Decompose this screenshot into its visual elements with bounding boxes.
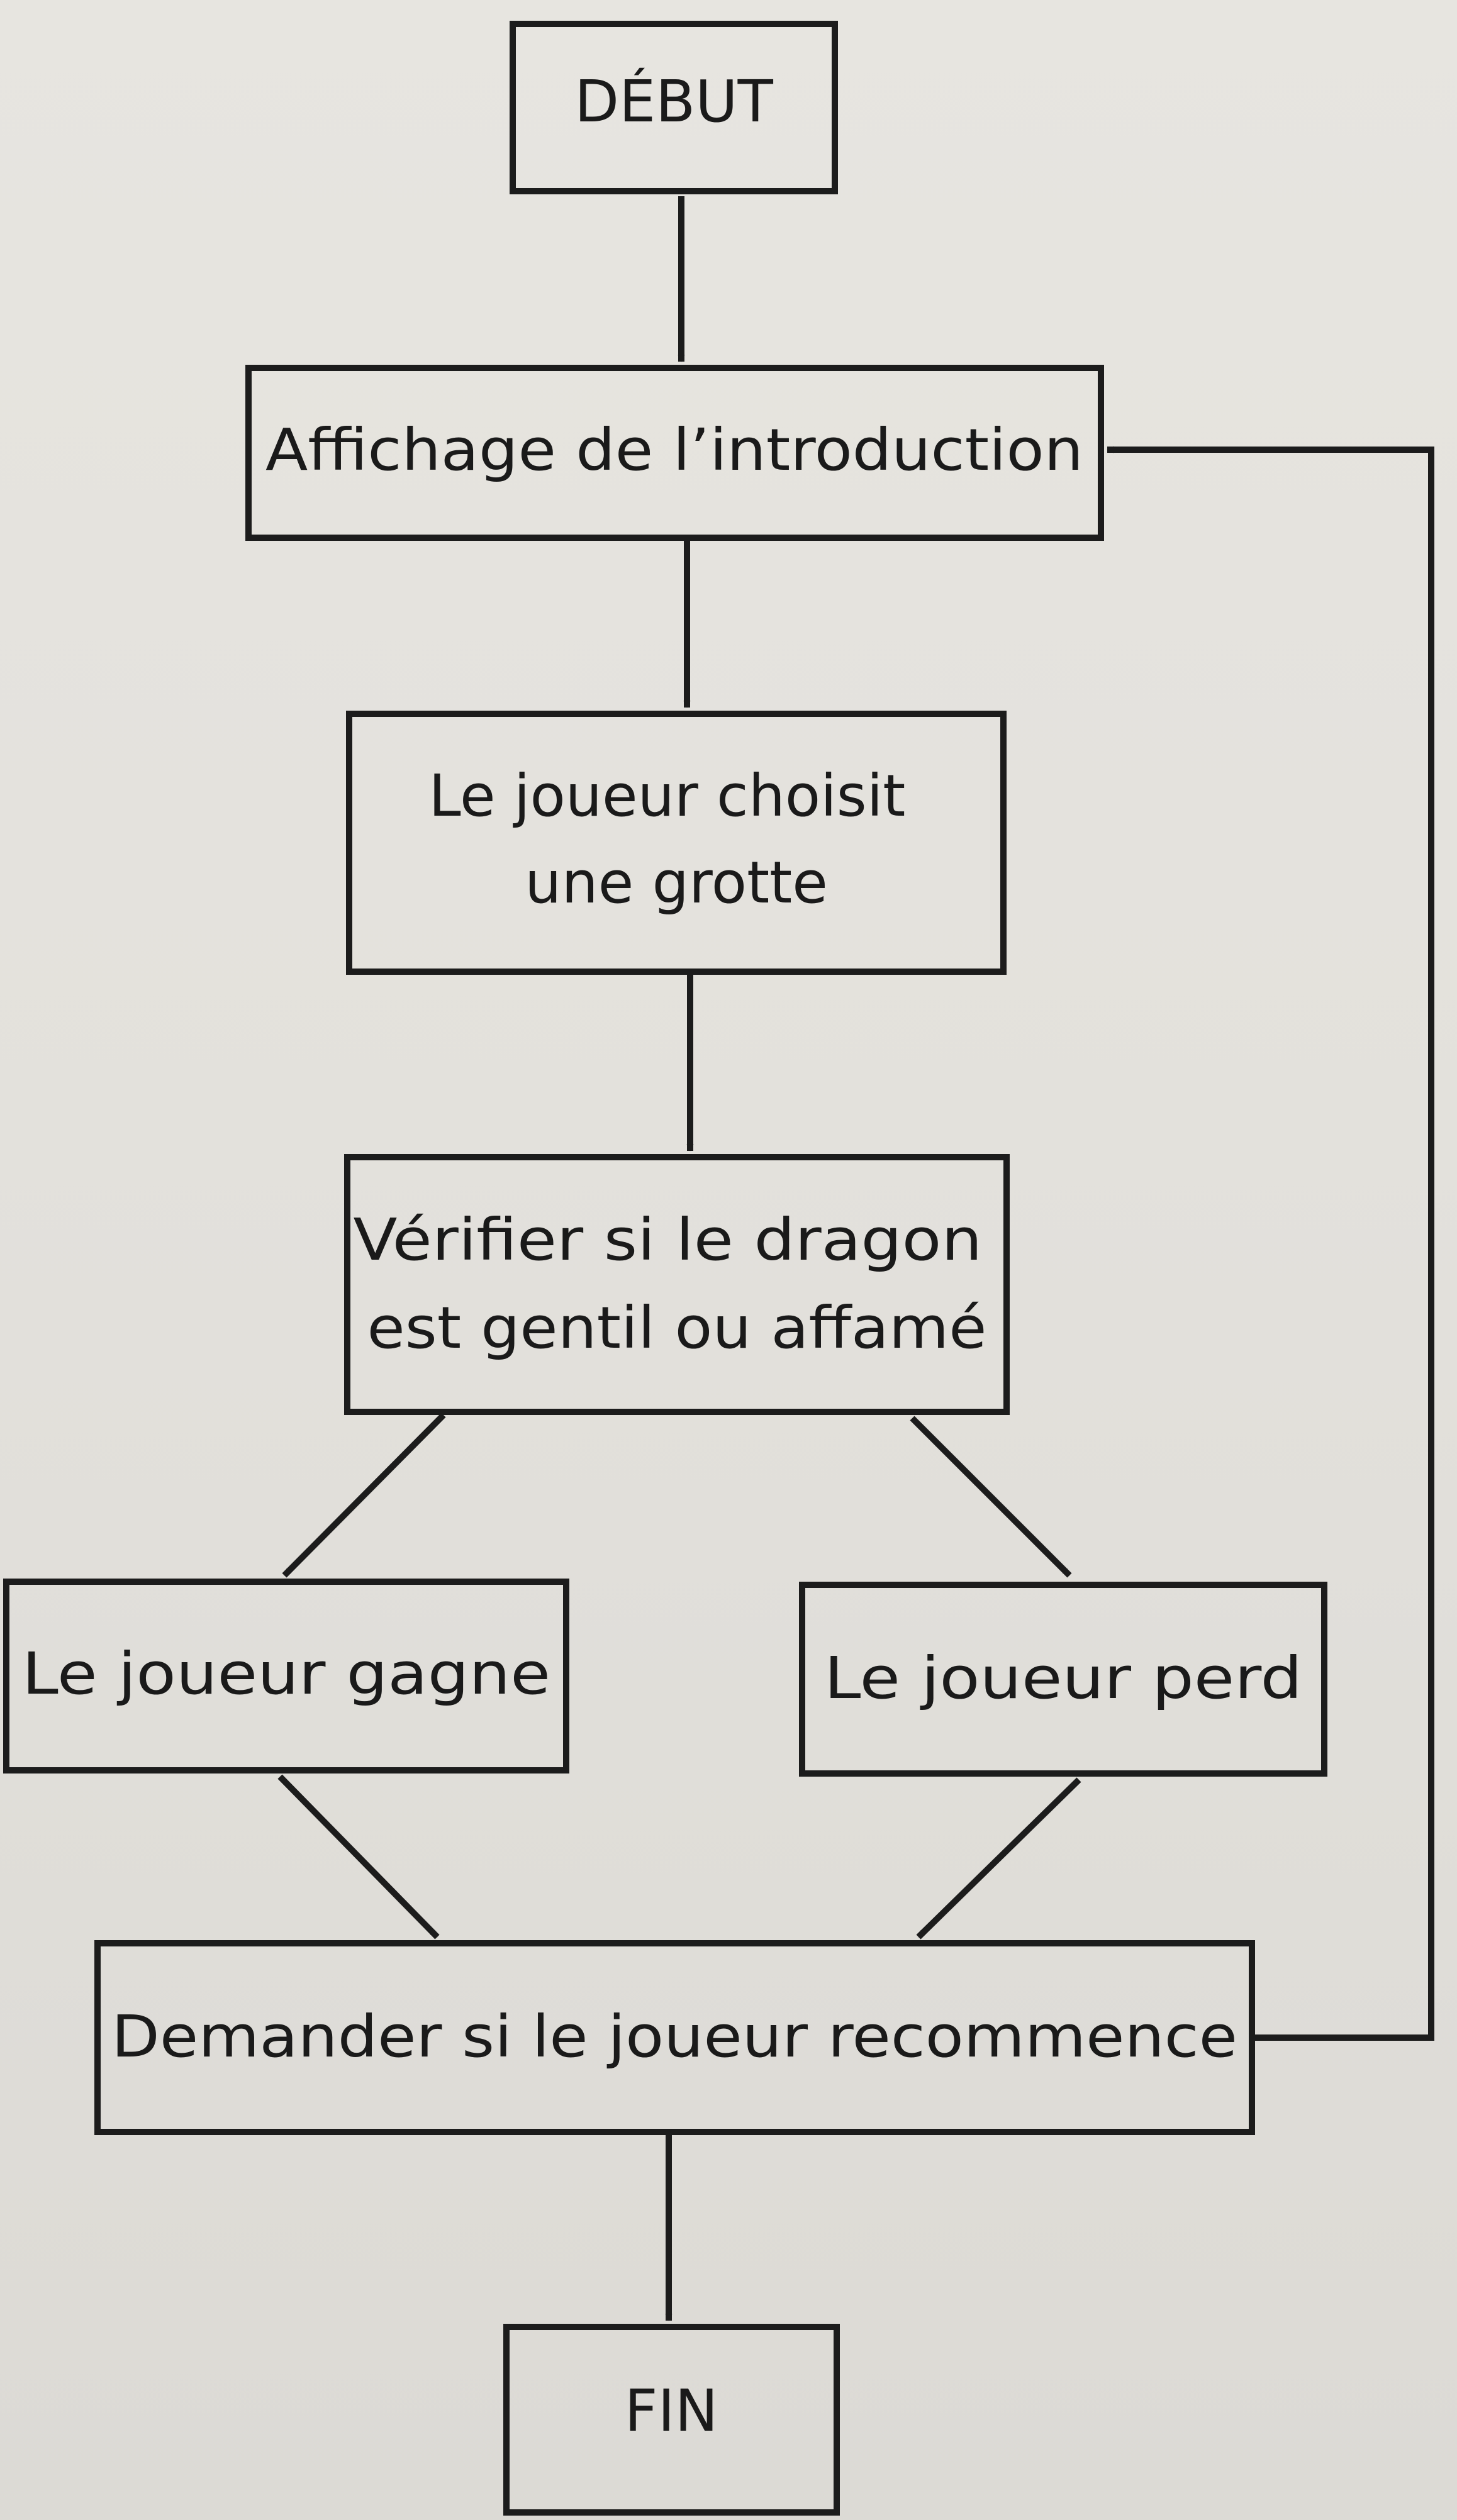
edge-lose-to-replay <box>916 1777 1081 1940</box>
flowchart-page: DÉBUT Affichage de l’introduction Le jou… <box>0 0 1457 2520</box>
node-win: Le joueur gagne <box>3 1579 569 1773</box>
flowchart-diagram: DÉBUT Affichage de l’introduction Le jou… <box>3 21 1434 2516</box>
node-win-label: Le joueur gagne <box>22 1640 550 1707</box>
node-start: DÉBUT <box>510 21 838 194</box>
node-intro-label: Affichage de l’introduction <box>265 416 1083 484</box>
node-choose: Le joueur choisit une grotte <box>346 711 1007 975</box>
node-lose: Le joueur perd <box>799 1582 1327 1777</box>
node-replay-label: Demander si le joueur recommence <box>111 2003 1237 2070</box>
node-end-label: FIN <box>625 2377 718 2445</box>
edge-win-to-replay <box>277 1774 440 1940</box>
node-check: Vérifier si le dragon est gentil ou affa… <box>344 1154 1010 1415</box>
node-end: FIN <box>503 2324 840 2516</box>
edge-replay-loop-to-intro <box>1107 446 1434 2041</box>
node-replay: Demander si le joueur recommence <box>94 1940 1255 2135</box>
node-start-label: DÉBUT <box>574 67 773 135</box>
edge-check-to-lose <box>910 1416 1072 1578</box>
edge-check-to-win <box>282 1413 446 1578</box>
node-lose-label: Le joueur perd <box>824 1645 1302 1712</box>
node-intro: Affichage de l’introduction <box>245 365 1104 541</box>
